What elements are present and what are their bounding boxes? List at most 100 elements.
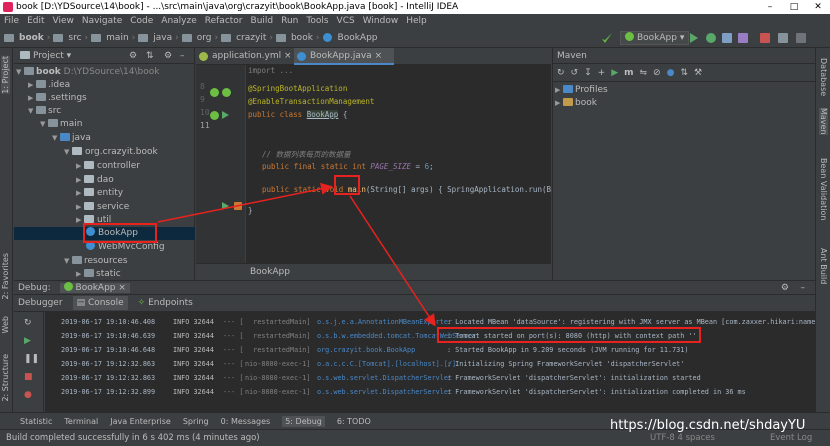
- nav-crumb[interactable]: book: [19, 33, 44, 43]
- close-button[interactable]: ✕: [806, 0, 830, 14]
- tab-favorites[interactable]: 2: Favorites: [1, 253, 10, 299]
- tab-bookapp-java[interactable]: BookApp.java ×: [294, 48, 395, 65]
- gear-icon[interactable]: ⚙: [164, 48, 172, 64]
- search-everywhere-icon[interactable]: [796, 33, 806, 43]
- menu-code[interactable]: Code: [130, 14, 153, 28]
- nav-crumb[interactable]: crazyit: [236, 33, 266, 43]
- tab-endpoints[interactable]: ✧ Endpoints: [138, 298, 193, 308]
- collapse-all-icon[interactable]: ⇅: [680, 68, 688, 78]
- resume-icon[interactable]: ▶: [24, 336, 31, 346]
- code-line-main: public static void main(String[] args) {…: [262, 185, 551, 194]
- toggle-offline-icon[interactable]: ⇋: [640, 68, 648, 78]
- nav-crumb[interactable]: BookApp: [338, 33, 378, 43]
- run-gutter-icon[interactable]: [222, 202, 229, 210]
- breakpoint-icon[interactable]: [234, 202, 242, 210]
- maven-item-book[interactable]: ▶ book: [555, 97, 597, 110]
- profile-icon[interactable]: [738, 33, 748, 43]
- debug-icon[interactable]: [706, 33, 716, 43]
- debug-config-tab[interactable]: BookApp ×: [59, 282, 130, 293]
- stop-icon[interactable]: [760, 33, 770, 43]
- tab-debug[interactable]: 5: Debug: [282, 415, 325, 427]
- menu-vcs[interactable]: VCS: [337, 14, 355, 28]
- tree-item[interactable]: ▼ resources: [64, 255, 128, 268]
- collapse-icon[interactable]: ⇅: [146, 48, 154, 64]
- run-config-select[interactable]: BookApp ▾: [620, 31, 690, 45]
- spring-bean-icon[interactable]: [222, 88, 231, 97]
- tab-messages[interactable]: 0: Messages: [221, 417, 271, 426]
- download-icon[interactable]: ↧: [584, 68, 592, 78]
- run-icon[interactable]: [690, 33, 698, 43]
- tab-database[interactable]: Database: [819, 58, 828, 96]
- tab-console[interactable]: ▤ Console: [72, 296, 128, 310]
- tab-bean-validation[interactable]: Bean Validation: [819, 158, 828, 220]
- maven-item-profiles[interactable]: ▶ Profiles: [555, 84, 608, 97]
- minimize-button[interactable]: –: [758, 0, 782, 14]
- menu-navigate[interactable]: Navigate: [82, 14, 122, 28]
- settings-gear-icon[interactable]: ⚙: [129, 48, 137, 64]
- tab-web[interactable]: Web: [1, 316, 10, 333]
- tree-item[interactable]: ▶ service: [76, 201, 129, 214]
- menu-help[interactable]: Help: [406, 14, 427, 28]
- wrench-icon[interactable]: ⚒: [694, 68, 702, 78]
- reimport-icon[interactable]: ↺: [571, 68, 579, 78]
- rerun-icon[interactable]: ↻: [24, 318, 32, 328]
- tab-project[interactable]: 1: Project: [1, 56, 10, 94]
- tree-item[interactable]: ▶ dao: [76, 174, 114, 187]
- menu-window[interactable]: Window: [363, 14, 399, 28]
- nav-crumb[interactable]: src: [68, 33, 81, 43]
- spring-bean-icon[interactable]: [210, 111, 219, 120]
- menu-view[interactable]: View: [53, 14, 74, 28]
- spring-bean-icon[interactable]: [210, 88, 219, 97]
- tab-todo[interactable]: 6: TODO: [337, 417, 371, 426]
- code-area[interactable]: import ... @SpringBootApplication @Enabl…: [248, 65, 551, 263]
- hide-icon[interactable]: –: [801, 281, 806, 295]
- menu-run[interactable]: Run: [281, 14, 298, 28]
- build-hammer-icon[interactable]: [602, 33, 612, 43]
- hide-icon[interactable]: –: [180, 48, 185, 64]
- tab-debugger[interactable]: Debugger: [18, 298, 63, 308]
- log-level: INFO 32644: [173, 360, 214, 368]
- tree-item[interactable]: ▶ .idea: [28, 79, 70, 92]
- project-structure-icon[interactable]: [778, 33, 788, 43]
- maximize-button[interactable]: □: [782, 0, 806, 14]
- tree-item[interactable]: ▼ org.crazyit.book: [64, 146, 158, 159]
- tree-item[interactable]: ▼ book D:\YDSource\14\book: [16, 66, 159, 79]
- tab-application-yml[interactable]: application.yml ×: [196, 48, 304, 65]
- menu-tools[interactable]: Tools: [306, 14, 328, 28]
- tab-statistic[interactable]: Statistic: [20, 417, 52, 426]
- tree-item[interactable]: ▼ main: [40, 118, 83, 131]
- nav-crumb[interactable]: java: [153, 33, 172, 43]
- nav-crumb[interactable]: book: [291, 33, 313, 43]
- add-icon[interactable]: +: [598, 68, 606, 78]
- menu-edit[interactable]: Edit: [27, 14, 44, 28]
- tab-maven[interactable]: Maven: [819, 108, 828, 135]
- run-icon[interactable]: ▶: [611, 68, 618, 78]
- maven-goal-icon[interactable]: m: [624, 68, 633, 78]
- tree-item[interactable]: ▶ .settings: [28, 92, 87, 105]
- view-breakpoints-icon[interactable]: ●: [24, 390, 32, 400]
- tab-terminal[interactable]: Terminal: [64, 417, 98, 426]
- tree-item[interactable]: ▶ entity: [76, 187, 123, 200]
- tab-java-enterprise[interactable]: Java Enterprise: [110, 417, 171, 426]
- gear-icon[interactable]: ⚙: [781, 281, 789, 295]
- refresh-icon[interactable]: ↻: [557, 68, 565, 78]
- tab-structure[interactable]: 2: Structure: [1, 354, 10, 402]
- skip-tests-icon[interactable]: ⊘: [653, 68, 661, 78]
- nav-crumb[interactable]: main: [106, 33, 129, 43]
- menu-refactor[interactable]: Refactor: [205, 14, 243, 28]
- run-gutter-icon[interactable]: [222, 111, 229, 119]
- menu-build[interactable]: Build: [251, 14, 274, 28]
- show-dependencies-icon[interactable]: ●: [667, 68, 675, 78]
- tree-item[interactable]: ▶ controller: [76, 160, 140, 173]
- menu-file[interactable]: File: [4, 14, 19, 28]
- stop-icon[interactable]: ■: [24, 372, 33, 382]
- tab-spring[interactable]: Spring: [183, 417, 209, 426]
- nav-crumb[interactable]: org: [197, 33, 212, 43]
- tree-item[interactable]: ▼ java: [52, 132, 91, 145]
- coverage-icon[interactable]: [722, 33, 732, 43]
- tree-item[interactable]: ▼ src: [28, 105, 61, 118]
- menu-analyze[interactable]: Analyze: [161, 14, 196, 28]
- tab-ant-build[interactable]: Ant Build: [819, 248, 828, 284]
- editor-breadcrumb[interactable]: BookApp: [196, 263, 551, 280]
- pause-icon[interactable]: ❚❚: [24, 354, 39, 364]
